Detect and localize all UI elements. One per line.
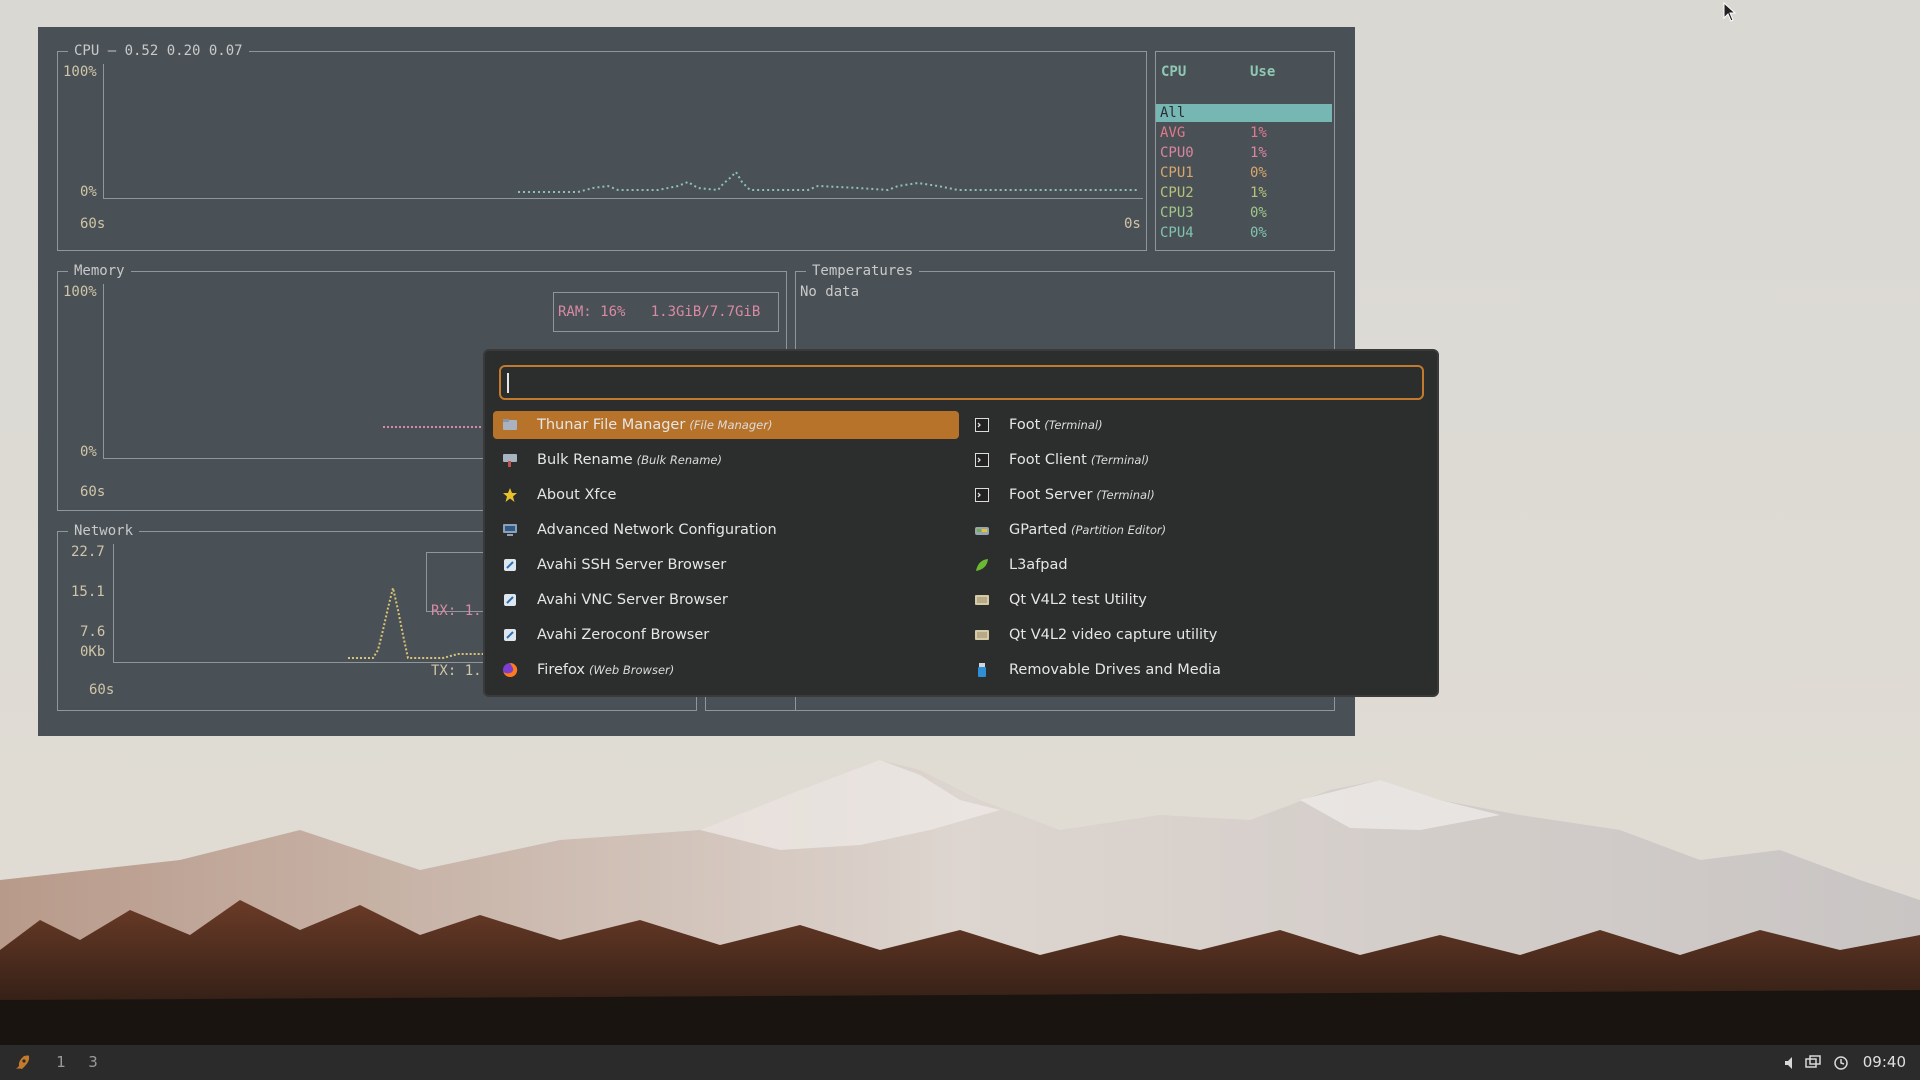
cpu-table-header-cpu: CPU [1161,64,1187,80]
gparted-icon [973,521,991,539]
cpu-y-top-label: 100% [63,64,97,80]
app-item-l3afpad[interactable]: L3afpad [965,551,1431,579]
folder-icon [501,416,519,434]
app-item-firefox[interactable]: Firefox (Web Browser) [493,656,959,684]
cpu-table-panel: CPU Use All AVG 1% CPU0 1% CPU1 0% CPU2 … [1155,51,1335,251]
app-item-gparted[interactable]: GParted (Partition Editor) [965,516,1431,544]
app-item-network-config[interactable]: Advanced Network Configuration [493,516,959,544]
cpu-row-cpu4[interactable]: CPU4 0% [1156,224,1332,242]
app-item-removable-drives[interactable]: Removable Drives and Media [965,656,1431,684]
cpu-panel-title: CPU — 0.52 0.20 0.07 [68,42,249,60]
leaf-icon [973,556,991,574]
text-cursor [507,373,509,393]
temperatures-panel-title: Temperatures [806,262,920,280]
cpu-row-avg[interactable]: AVG 1% [1156,124,1332,142]
app-item-avahi-zeroconf[interactable]: Avahi Zeroconf Browser [493,621,959,649]
cpu-row-cpu3[interactable]: CPU3 0% [1156,204,1332,222]
temperatures-status: No data [800,284,860,300]
network-panel-title: Network [68,522,140,540]
ram-usage-box: RAM: 16% 1.3GiB/7.7GiB [553,292,779,332]
memory-x-left-label: 60s [80,484,106,500]
terminal-icon [973,486,991,504]
launcher-rocket-icon[interactable] [12,1053,32,1073]
memory-y-bottom-label: 0% [80,444,97,460]
launcher-search-input[interactable] [499,365,1424,400]
bulk-rename-icon [501,451,519,469]
network-x-left-label: 60s [89,682,115,698]
app-launcher: Thunar File Manager (File Manager) Bulk … [483,349,1439,697]
network-tick-bottom: 0Kb [80,644,106,660]
app-item-foot-server[interactable]: Foot Server (Terminal) [965,481,1431,509]
cpu-x-axis [103,198,1143,199]
app-item-qt-v4l2-capture[interactable]: Qt V4L2 video capture utility [965,621,1431,649]
mouse-pointer-icon [1723,2,1737,22]
network-tick-mid1: 15.1 [71,584,105,600]
cpu-x-left-label: 60s [80,216,106,232]
taskbar: 1 3 09:40 [0,1045,1920,1080]
memory-panel-title: Memory [68,262,131,280]
app-item-qt-v4l2-test[interactable]: Qt V4L2 test Utility [965,586,1431,614]
app-item-avahi-vnc[interactable]: Avahi VNC Server Browser [493,586,959,614]
cpu-row-cpu2[interactable]: CPU2 1% [1156,184,1332,202]
cpu-row-cpu1[interactable]: CPU1 0% [1156,164,1332,182]
display-icon[interactable] [1805,1055,1821,1071]
app-item-bulk-rename[interactable]: Bulk Rename (Bulk Rename) [493,446,959,474]
network-y-axis [113,544,114,662]
cpu-x-right-label: 0s [1124,216,1141,232]
clock-time[interactable]: 09:40 [1863,1045,1906,1080]
firefox-icon [501,661,519,679]
memory-y-axis [103,284,104,458]
avahi-icon [501,591,519,609]
network-icon [501,521,519,539]
network-tick-mid2: 7.6 [80,624,106,640]
cpu-table-header-use: Use [1250,64,1276,80]
app-item-avahi-ssh[interactable]: Avahi SSH Server Browser [493,551,959,579]
app-item-foot[interactable]: Foot (Terminal) [965,411,1431,439]
workspace-1[interactable]: 1 [46,1045,76,1080]
volume-icon[interactable] [1784,1056,1798,1070]
video-icon [973,591,991,609]
app-item-foot-client[interactable]: Foot Client (Terminal) [965,446,1431,474]
cpu-y-bottom-label: 0% [80,184,97,200]
terminal-icon [973,416,991,434]
terminal-icon [973,451,991,469]
cpu-y-axis [103,64,104,198]
cpu-panel: CPU — 0.52 0.20 0.07 100% 0% 60s 0s [57,42,1147,251]
usb-drive-icon [973,661,991,679]
cpu-row-all[interactable]: All [1156,104,1332,122]
app-item-thunar[interactable]: Thunar File Manager (File Manager) [493,411,959,439]
video-icon [973,626,991,644]
clock-icon [1834,1056,1848,1070]
star-icon [501,486,519,504]
network-tx: TX: 1. [431,663,482,679]
avahi-icon [501,626,519,644]
workspace-3[interactable]: 3 [78,1045,108,1080]
cpu-usage-graph [518,170,1138,193]
avahi-icon [501,556,519,574]
memory-y-top-label: 100% [63,284,97,300]
app-item-about-xfce[interactable]: About Xfce [493,481,959,509]
network-tick-top: 22.7 [71,544,105,560]
cpu-row-cpu0[interactable]: CPU0 1% [1156,144,1332,162]
